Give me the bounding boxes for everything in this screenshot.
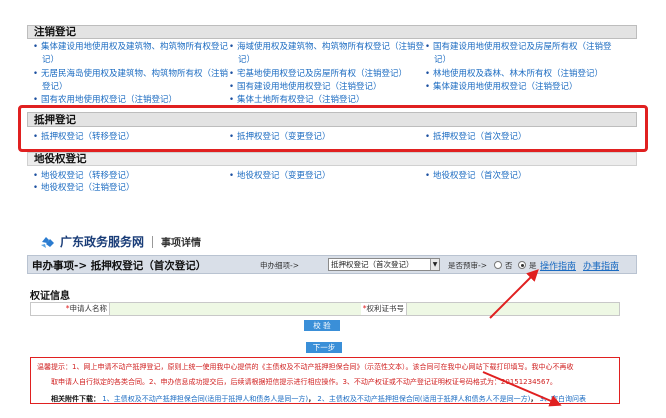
gd-logo-icon bbox=[41, 236, 54, 248]
attachments-row: 相关附件下载： 1、主债权及不动产抵押担保合同(适用于抵押人和债务人是同一方)，… bbox=[51, 395, 587, 403]
chevron-down-icon[interactable]: ▼ bbox=[430, 259, 439, 270]
tips-line-1: 温馨提示：1、网上申请不动产抵押登记，原则上统一使用我中心提供的《主债权及不动产… bbox=[37, 363, 574, 371]
brand-header: 广东政务服务网 事项详情 bbox=[40, 233, 201, 250]
attachment-link-3[interactable]: 3、空白询问表 bbox=[540, 395, 586, 403]
bullet-icon: • bbox=[425, 68, 431, 79]
prebook-label: 是否预审-> bbox=[448, 261, 487, 270]
cert-number-input[interactable] bbox=[406, 303, 619, 315]
attachment-link-1[interactable]: 1、主债权及不动产抵押担保合同(适用于抵押人和债务人是同一方) bbox=[102, 395, 308, 403]
bullet-icon: • bbox=[425, 81, 431, 92]
page-title: 申办事项-> 抵押权登记（首次登记） bbox=[32, 260, 207, 272]
cancel-registration-item[interactable]: • 林地使用权及森林、林木所有权（注销登记） bbox=[425, 69, 603, 80]
next-step-button[interactable]: 下一步 bbox=[306, 342, 342, 353]
cancel-registration-item[interactable]: 记） bbox=[42, 55, 59, 66]
bullet-icon: • bbox=[229, 95, 235, 106]
mortgage-highlight-box bbox=[18, 105, 648, 152]
cancel-registration-item[interactable]: • 无居民海岛使用权及建筑物、构筑物所有权（注销 bbox=[33, 69, 228, 80]
applicant-input[interactable] bbox=[109, 303, 361, 315]
bullet-icon: • bbox=[33, 68, 39, 79]
bullet-icon: • bbox=[229, 81, 235, 92]
tips-line-2: 取申请人自行拟定的各类合同。2、申办信息成功提交后，后续请根据短信提示进行相应操… bbox=[51, 378, 557, 386]
cancel-registration-item[interactable]: • 国有建设用地使用权登记及房屋所有权（注销登 bbox=[425, 42, 612, 53]
certificate-form-row: *申请人名称 *权利证书号 bbox=[30, 302, 620, 316]
matter-label: 申办细项-> bbox=[260, 261, 299, 270]
prebook-yes-radio[interactable] bbox=[518, 261, 526, 269]
cancel-registration-item[interactable]: 登记） bbox=[42, 82, 68, 93]
certificate-info-title: 权证信息 bbox=[30, 291, 70, 302]
prebook-no-label: 否 bbox=[505, 261, 513, 270]
cancel-registration-item[interactable]: • 海域使用权及建筑物、构筑物所有权登记（注销登 bbox=[229, 42, 424, 53]
cancel-registration-item[interactable]: • 国有建设用地使用权登记（注销登记） bbox=[229, 82, 382, 93]
cancel-registration-item[interactable]: 记） bbox=[434, 55, 451, 66]
matter-select-value: 抵押权登记（首次登记） bbox=[331, 260, 414, 269]
cancel-registration-item[interactable]: • 宅基地使用权登记及房屋所有权（注销登记） bbox=[229, 69, 407, 80]
verify-button[interactable]: 校 验 bbox=[304, 320, 340, 331]
easement-item-cancel[interactable]: • 地役权登记（注销登记） bbox=[33, 183, 135, 194]
application-titlebar: 申办事项-> 抵押权登记（首次登记） 申办细项-> 抵押权登记（首次登记） ▼ … bbox=[27, 255, 637, 274]
prebook-no-radio[interactable] bbox=[494, 261, 502, 269]
cancel-registration-item[interactable]: • 集体建设用地使用权及建筑物、构筑物所有权登记 bbox=[33, 42, 228, 53]
bullet-icon: • bbox=[33, 95, 39, 106]
attachment-link-2[interactable]: 2、主债权及不动产抵押担保合同(适用于抵押人和债务人不是同一方) bbox=[317, 395, 530, 403]
applicant-label: *申请人名称 bbox=[31, 303, 109, 315]
cancel-registration-item[interactable]: • 集体建设用地使用权登记（注销登记） bbox=[425, 82, 578, 93]
cancel-registration-heading: 注销登记 bbox=[27, 25, 637, 39]
bullet-icon: • bbox=[229, 68, 235, 79]
cert-number-label: *权利证书号 bbox=[361, 303, 406, 315]
easement-registration-heading: 地役权登记 bbox=[27, 152, 637, 166]
matter-select[interactable]: 抵押权登记（首次登记） ▼ bbox=[328, 258, 440, 271]
easement-item-change[interactable]: • 地役权登记（变更登记） bbox=[229, 171, 331, 182]
cancel-registration-item[interactable]: 记） bbox=[238, 55, 255, 66]
brand-name[interactable]: 广东政务服务网 bbox=[60, 233, 144, 250]
annotation-arrows bbox=[482, 269, 562, 407]
brand-subtitle: 事项详情 bbox=[161, 238, 202, 249]
easement-item-first[interactable]: • 地役权登记（首次登记） bbox=[425, 171, 527, 182]
service-guide-link[interactable]: 办事指南 bbox=[583, 259, 619, 272]
easement-item-transfer[interactable]: • 地役权登记（转移登记） bbox=[33, 171, 135, 182]
bullet-icon: • bbox=[425, 42, 431, 52]
tips-box: 温馨提示：1、网上申请不动产抵押登记，原则上统一使用我中心提供的《主债权及不动产… bbox=[30, 357, 620, 404]
prebook-yes-label: 是 bbox=[529, 261, 537, 270]
brand-divider bbox=[152, 235, 154, 248]
attachments-label: 相关附件下载： bbox=[51, 395, 100, 403]
bullet-icon: • bbox=[229, 42, 235, 52]
operation-guide-link[interactable]: 操作指南 bbox=[540, 259, 576, 272]
bullet-icon: • bbox=[33, 42, 39, 52]
